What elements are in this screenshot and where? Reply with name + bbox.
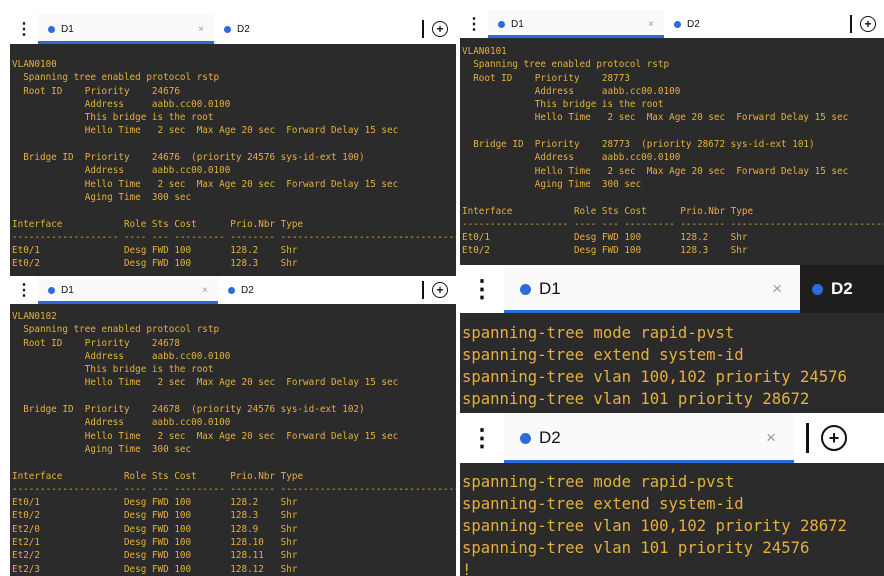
tab-label: D1	[61, 284, 74, 296]
add-tab-icon[interactable]: +	[432, 282, 448, 298]
tab-d2[interactable]: D2 ×	[504, 413, 794, 463]
add-tab-icon[interactable]: +	[860, 16, 876, 32]
tab-d2[interactable]: D2	[800, 265, 884, 313]
terminal-panel-top-left: ⋮ D1 × D2 + VLAN0100 Spanning tree enabl…	[10, 14, 456, 282]
tab-d1[interactable]: D1 ×	[38, 14, 214, 44]
divider	[850, 15, 852, 33]
menu-icon[interactable]: ⋮	[460, 413, 504, 463]
terminal-output: spanning-tree mode rapid-pvst spanning-t…	[462, 473, 847, 576]
status-dot-icon	[520, 283, 531, 295]
terminal-output: VLAN0102 Spanning tree enabled protocol …	[12, 311, 456, 575]
tab-label: D2	[241, 284, 254, 296]
terminal-output: VLAN0101 Spanning tree enabled protocol …	[462, 46, 884, 257]
close-icon[interactable]: ×	[202, 285, 218, 296]
terminal-output: spanning-tree mode rapid-pvst spanning-t…	[462, 324, 847, 415]
terminal-panel-d2-config: ⋮ D2 × + spanning-tree mode rapid-pvst s…	[460, 413, 884, 576]
terminal-panel-d1-config: ⋮ D1 × D2 spanning-tree mode rapid-pvst …	[460, 265, 884, 415]
close-icon[interactable]: ×	[198, 24, 214, 35]
status-dot-icon	[228, 286, 235, 294]
tab-d1[interactable]: D1 ×	[488, 10, 664, 38]
divider	[422, 20, 424, 38]
tab-d2[interactable]: D2	[218, 276, 394, 304]
tab-bar-actions: +	[390, 14, 456, 44]
divider	[422, 281, 424, 299]
menu-icon[interactable]: ⋮	[10, 14, 38, 44]
tab-bar: ⋮ D2 × +	[460, 413, 884, 463]
tab-bar-actions: +	[394, 276, 456, 304]
terminal-output: VLAN0100 Spanning tree enabled protocol …	[12, 59, 456, 270]
status-dot-icon	[48, 286, 55, 294]
tab-d2[interactable]: D2	[664, 10, 840, 38]
tab-label: D2	[237, 23, 250, 35]
tab-bar-actions: +	[794, 413, 884, 463]
tab-bar-actions: +	[840, 10, 884, 38]
divider	[806, 423, 809, 453]
status-dot-icon	[520, 432, 531, 444]
tab-label: D2	[831, 279, 853, 298]
status-dot-icon	[224, 25, 231, 33]
tab-bar: ⋮ D1 × D2 +	[10, 276, 456, 304]
close-icon[interactable]: ×	[648, 19, 664, 30]
menu-icon[interactable]: ⋮	[460, 10, 488, 38]
tab-label: D2	[687, 18, 700, 30]
status-dot-icon	[498, 20, 505, 28]
terminal-panel-bottom-left: ⋮ D1 × D2 + VLAN0102 Spanning tree enabl…	[10, 276, 456, 576]
tab-label: D1	[511, 18, 524, 30]
terminal-panel-top-right: ⋮ D1 × D2 + VLAN0101 Spanning tree enabl…	[460, 10, 884, 268]
menu-icon[interactable]: ⋮	[460, 265, 504, 313]
add-tab-icon[interactable]: +	[432, 21, 448, 37]
tab-bar: ⋮ D1 × D2 +	[10, 14, 456, 44]
close-icon[interactable]: ×	[766, 428, 794, 448]
tab-label: D1	[61, 23, 74, 35]
status-dot-icon	[674, 20, 681, 28]
close-icon[interactable]: ×	[772, 279, 800, 299]
add-tab-icon[interactable]: +	[821, 425, 847, 451]
tab-d1[interactable]: D1 ×	[38, 276, 218, 304]
tab-bar: ⋮ D1 × D2	[460, 265, 884, 313]
tab-label: D1	[539, 279, 561, 298]
tab-d1[interactable]: D1 ×	[504, 265, 800, 313]
tab-bar: ⋮ D1 × D2 +	[460, 10, 884, 38]
tab-label: D2	[539, 428, 561, 447]
status-dot-icon	[812, 283, 823, 295]
tab-d2[interactable]: D2	[214, 14, 390, 44]
menu-icon[interactable]: ⋮	[10, 276, 38, 304]
status-dot-icon	[48, 25, 55, 33]
